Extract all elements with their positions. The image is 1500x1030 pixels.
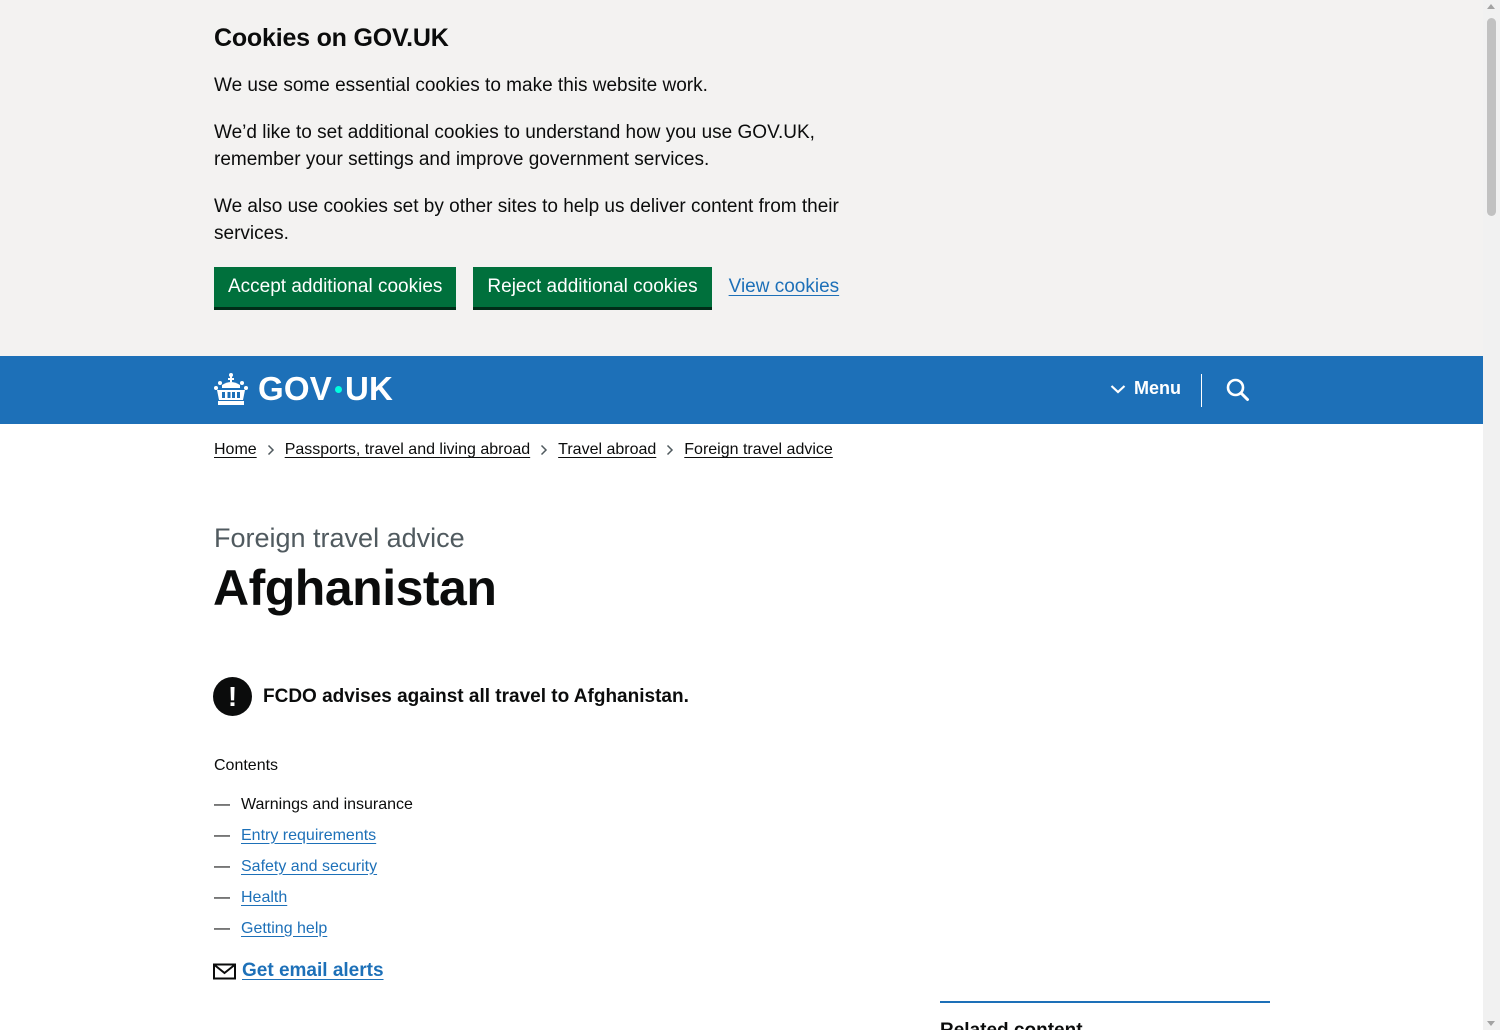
contents-item-label: Warnings and insurance	[241, 795, 413, 813]
govuk-logotype: GOV UK	[258, 370, 393, 408]
chevron-right-icon	[267, 444, 274, 456]
dash-marker: —	[214, 857, 230, 875]
scrollbar-thumb[interactable]	[1487, 18, 1496, 216]
contents-link-entry-requirements[interactable]: Entry requirements	[241, 827, 376, 845]
breadcrumb-home[interactable]: Home	[214, 441, 257, 459]
dash-marker: —	[214, 826, 230, 844]
warning-text: FCDO advises against all travel to Afgha…	[263, 685, 689, 707]
chevron-right-icon	[541, 444, 548, 456]
govuk-logo-link[interactable]: GOV UK	[213, 370, 393, 408]
scroll-up-arrow-icon[interactable]	[1487, 4, 1495, 9]
cookie-paragraph: We’d like to set additional cookies to u…	[214, 122, 815, 170]
breadcrumb-passports[interactable]: Passports, travel and living abroad	[285, 441, 530, 459]
logotype-uk: UK	[344, 370, 394, 407]
dash-marker: —	[214, 919, 230, 937]
cookie-paragraph: We also use cookies set by other sites t…	[214, 196, 839, 244]
page-caption: Foreign travel advice	[214, 523, 465, 553]
get-email-alerts-link[interactable]: Get email alerts	[242, 960, 384, 982]
accept-cookies-button[interactable]: Accept additional cookies	[214, 267, 457, 307]
logotype-gov: GOV	[258, 370, 332, 407]
warning-callout: ! FCDO advises against all travel to Afg…	[213, 677, 689, 716]
cookie-paragraph: We use some essential cookies to make th…	[214, 75, 708, 96]
crown-icon	[214, 373, 248, 405]
view-cookies-link[interactable]: View cookies	[729, 276, 840, 298]
related-content-heading: Related content	[940, 1020, 1083, 1030]
page-scrollbar[interactable]	[1483, 0, 1500, 1030]
breadcrumb-foreign-travel-advice[interactable]: Foreign travel advice	[684, 441, 833, 459]
page: Cookies on GOV.UK We use some essential …	[0, 0, 1483, 1030]
related-content-rule	[940, 1001, 1270, 1003]
search-button[interactable]	[1224, 376, 1252, 404]
warning-icon: !	[213, 677, 252, 716]
contents-item: — Getting help	[214, 913, 413, 944]
contents-link-getting-help[interactable]: Getting help	[241, 920, 327, 938]
contents-link-health[interactable]: Health	[241, 889, 287, 907]
reject-cookies-button[interactable]: Reject additional cookies	[473, 267, 712, 307]
menu-button[interactable]: Menu	[1110, 378, 1181, 399]
contents-item: — Health	[214, 882, 413, 913]
cookie-banner: Cookies on GOV.UK We use some essential …	[0, 0, 1483, 356]
menu-label: Menu	[1134, 378, 1181, 398]
site-header: GOV UK Menu	[0, 356, 1483, 424]
contents-link-safety-security[interactable]: Safety and security	[241, 858, 377, 876]
search-icon	[1226, 378, 1249, 401]
breadcrumb: Home Passports, travel and living abroad…	[214, 441, 833, 459]
envelope-icon	[213, 963, 236, 979]
header-divider	[1201, 374, 1202, 407]
dash-marker: —	[214, 888, 230, 906]
contents-item: — Safety and security	[214, 851, 413, 882]
contents-item-current: — Warnings and insurance	[214, 789, 413, 820]
email-alerts: Get email alerts	[213, 960, 384, 982]
cookie-banner-title: Cookies on GOV.UK	[214, 24, 449, 52]
chevron-right-icon	[667, 444, 674, 456]
scroll-down-arrow-icon[interactable]	[1487, 1021, 1495, 1026]
dash-marker: —	[214, 795, 230, 813]
contents-heading: Contents	[214, 757, 279, 774]
contents-item: — Entry requirements	[214, 820, 413, 851]
chevron-down-icon	[1110, 384, 1126, 393]
logotype-dot	[334, 385, 342, 393]
page-title: Afghanistan	[213, 560, 497, 616]
breadcrumb-travel-abroad[interactable]: Travel abroad	[558, 441, 656, 459]
contents-list: — Warnings and insurance — Entry require…	[214, 789, 413, 944]
